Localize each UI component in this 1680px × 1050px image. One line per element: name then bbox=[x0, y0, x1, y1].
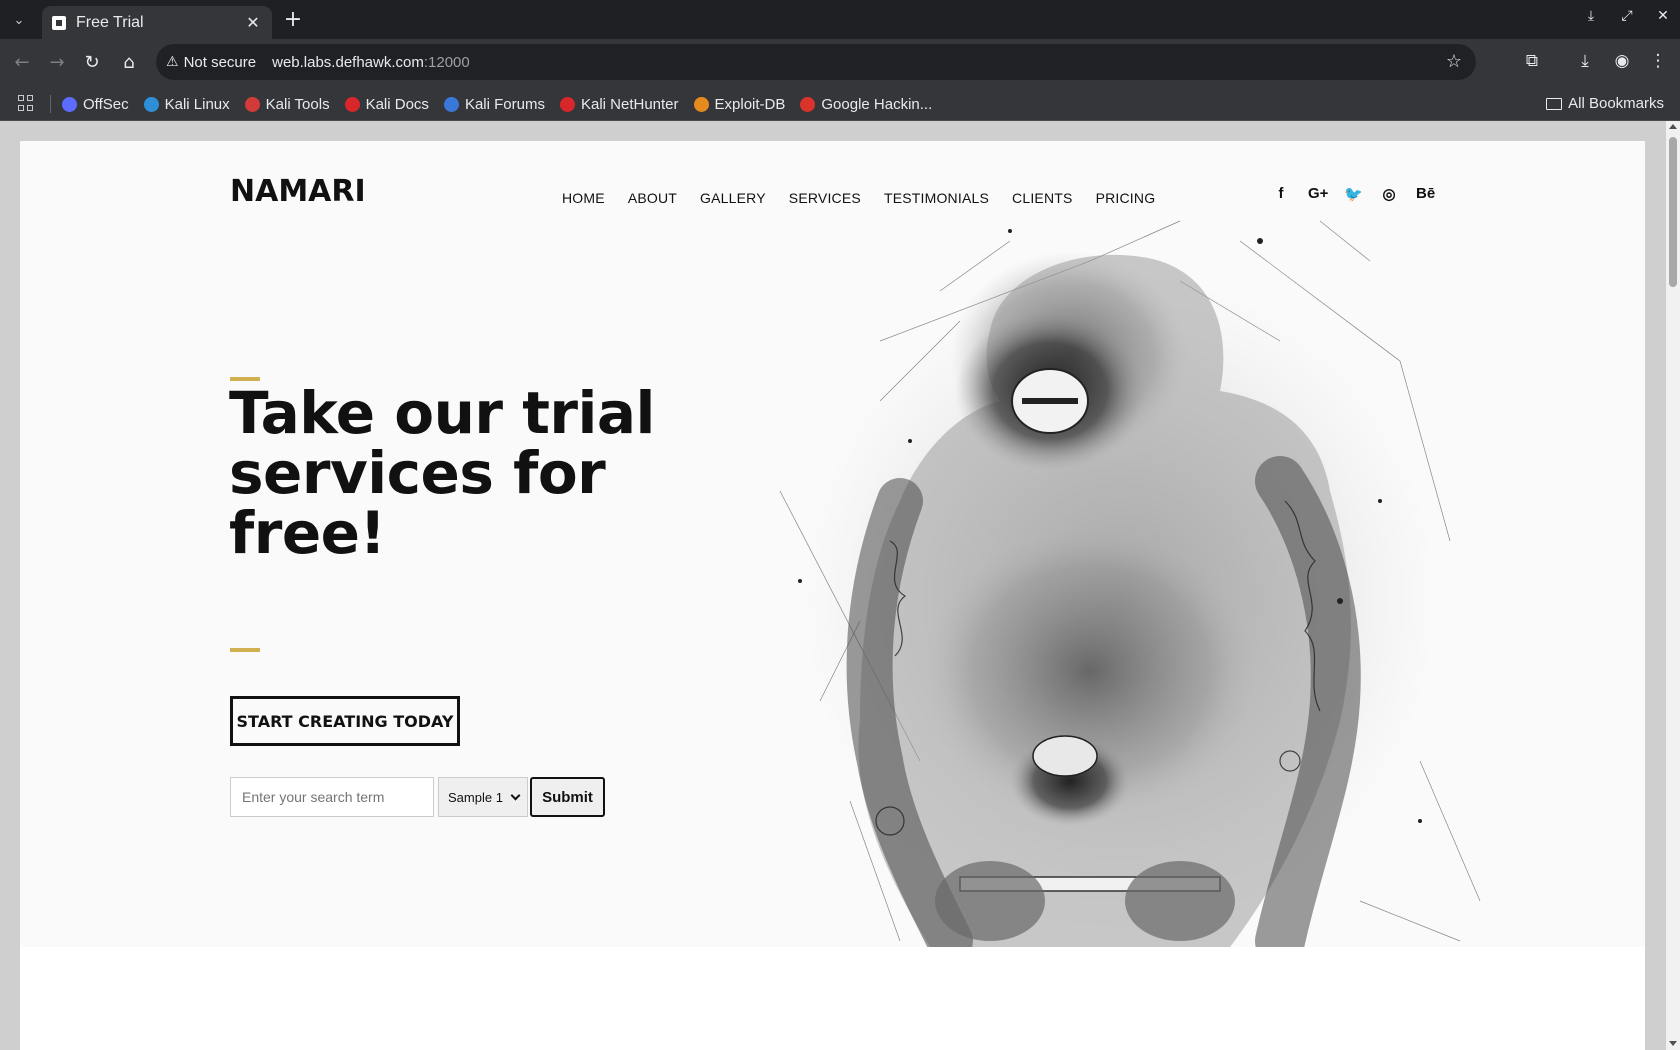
tab-active[interactable]: Free Trial ✕ bbox=[42, 6, 272, 39]
nav-item-home[interactable]: HOME bbox=[562, 190, 605, 206]
start-creating-button[interactable]: START CREATING TODAY bbox=[230, 696, 460, 746]
download-icon[interactable]: ⤓ bbox=[1573, 51, 1597, 71]
hero-headline: Take our trial services for free! bbox=[229, 379, 655, 567]
tab-favicon-icon bbox=[52, 15, 66, 30]
tab-close-icon[interactable]: ✕ bbox=[244, 13, 262, 32]
profile-icon[interactable]: ◉ bbox=[1610, 51, 1634, 71]
accent-bar-bottom bbox=[230, 648, 260, 652]
url-port: :12000 bbox=[423, 53, 470, 71]
window-controls: ⤓ ⤢ ✕ bbox=[1580, 8, 1674, 24]
bookmarks-list: OffSec Kali Linux Kali Tools Kali Docs Kali … bbox=[62, 87, 932, 121]
security-label[interactable]: Not secure bbox=[184, 54, 257, 71]
bookmark-label: Kali Forums bbox=[464, 95, 545, 113]
bookmark-label: Kali NetHunter bbox=[580, 95, 679, 113]
bookmark-item[interactable]: Kali NetHunter bbox=[559, 95, 679, 113]
bookmarks-bar: OffSec Kali Linux Kali Tools Kali Docs Kali … bbox=[0, 87, 1680, 121]
back-icon[interactable]: ← bbox=[10, 51, 34, 75]
address-bar[interactable]: ⚠ Not secure web.labs.defhawk.com :12000… bbox=[156, 44, 1476, 80]
new-tab-icon[interactable]: + bbox=[280, 8, 306, 34]
bookmark-label: Kali Linux bbox=[164, 95, 230, 113]
tab-search-chevron-icon[interactable]: ⌄ bbox=[4, 6, 34, 34]
bookmark-favicon-icon bbox=[443, 96, 459, 112]
bookmark-label: Google Hackin... bbox=[821, 95, 933, 113]
bookmark-item[interactable]: OffSec bbox=[62, 96, 129, 113]
bookmark-item[interactable]: Kali Docs bbox=[344, 95, 429, 113]
bookmark-label: OffSec bbox=[83, 95, 129, 113]
reload-icon[interactable]: ↻ bbox=[80, 51, 104, 75]
page-viewport: NAMARI HOME ABOUT GALLERY SERVICES TESTIMONI… bbox=[0, 121, 1680, 1050]
page-container: NAMARI HOME ABOUT GALLERY SERVICES TESTIMONI… bbox=[20, 141, 1645, 1050]
forward-icon[interactable]: → bbox=[45, 51, 69, 75]
all-bookmarks-label: All Bookmarks bbox=[1568, 95, 1664, 112]
folder-icon bbox=[1546, 97, 1563, 110]
sample-select[interactable]: Sample 1 bbox=[438, 777, 528, 817]
bookmark-favicon-icon bbox=[344, 96, 360, 112]
site-logo[interactable]: NAMARI bbox=[230, 174, 366, 209]
bookmark-star-icon[interactable]: ☆ bbox=[1446, 51, 1462, 72]
bookmark-item[interactable]: Google Hackin... bbox=[800, 96, 932, 113]
bookmark-favicon-icon bbox=[800, 96, 816, 112]
tab-strip: ⌄ Free Trial ✕ + ⤓ ⤢ ✕ bbox=[0, 0, 1680, 39]
tab-title: Free Trial bbox=[76, 13, 144, 31]
sample-select-value: Sample 1 bbox=[448, 789, 503, 805]
close-window-icon[interactable]: ✕ bbox=[1652, 8, 1674, 24]
nav-item-gallery[interactable]: GALLERY bbox=[700, 190, 766, 206]
home-icon[interactable]: ⌂ bbox=[117, 51, 141, 75]
bookmark-favicon-icon bbox=[244, 96, 260, 112]
submit-button[interactable]: Submit bbox=[530, 777, 605, 817]
bookmark-favicon-icon bbox=[62, 96, 77, 112]
menu-kebab-icon[interactable]: ⋮ bbox=[1646, 51, 1670, 71]
apps-grid-icon[interactable] bbox=[18, 95, 34, 111]
chevron-down-icon bbox=[510, 790, 521, 801]
minimize-icon[interactable]: ⤓ bbox=[1580, 8, 1602, 24]
hero-section: NAMARI HOME ABOUT GALLERY SERVICES TESTIMONI… bbox=[20, 141, 1645, 947]
all-bookmarks-button[interactable]: All Bookmarks bbox=[1546, 95, 1664, 112]
bookmark-label: Kali Tools bbox=[265, 95, 330, 113]
bookmark-item[interactable]: Kali Linux bbox=[143, 95, 230, 113]
bookmark-item[interactable]: Exploit-DB bbox=[693, 95, 786, 113]
scroll-up-icon[interactable] bbox=[1669, 124, 1677, 129]
nav-item-about[interactable]: ABOUT bbox=[628, 190, 677, 206]
bookmark-favicon-icon bbox=[693, 96, 709, 112]
page-scrollbar[interactable] bbox=[1666, 121, 1680, 1050]
warning-icon: ⚠ bbox=[166, 54, 179, 70]
bookmark-item[interactable]: Kali Tools bbox=[244, 95, 330, 113]
bookmarks-divider bbox=[50, 95, 51, 113]
scroll-down-icon[interactable] bbox=[1669, 1041, 1677, 1046]
url-host: web.labs.defhawk.com bbox=[272, 53, 424, 71]
search-input[interactable] bbox=[230, 777, 434, 817]
extensions-icon[interactable]: ⧉ bbox=[1520, 51, 1544, 71]
hero-sketch-image bbox=[779, 220, 1481, 947]
restore-icon[interactable]: ⤢ bbox=[1616, 8, 1638, 24]
bookmark-label: Kali Docs bbox=[365, 95, 429, 113]
bookmark-favicon-icon bbox=[143, 96, 159, 112]
bookmark-item[interactable]: Kali Forums bbox=[443, 95, 545, 113]
bookmark-label: Exploit-DB bbox=[714, 95, 786, 113]
scrollbar-thumb[interactable] bbox=[1669, 137, 1677, 287]
bookmark-favicon-icon bbox=[559, 96, 575, 112]
browser-toolbar: ← → ↻ ⌂ ⚠ Not secure web.labs.defhawk.co… bbox=[0, 39, 1680, 87]
